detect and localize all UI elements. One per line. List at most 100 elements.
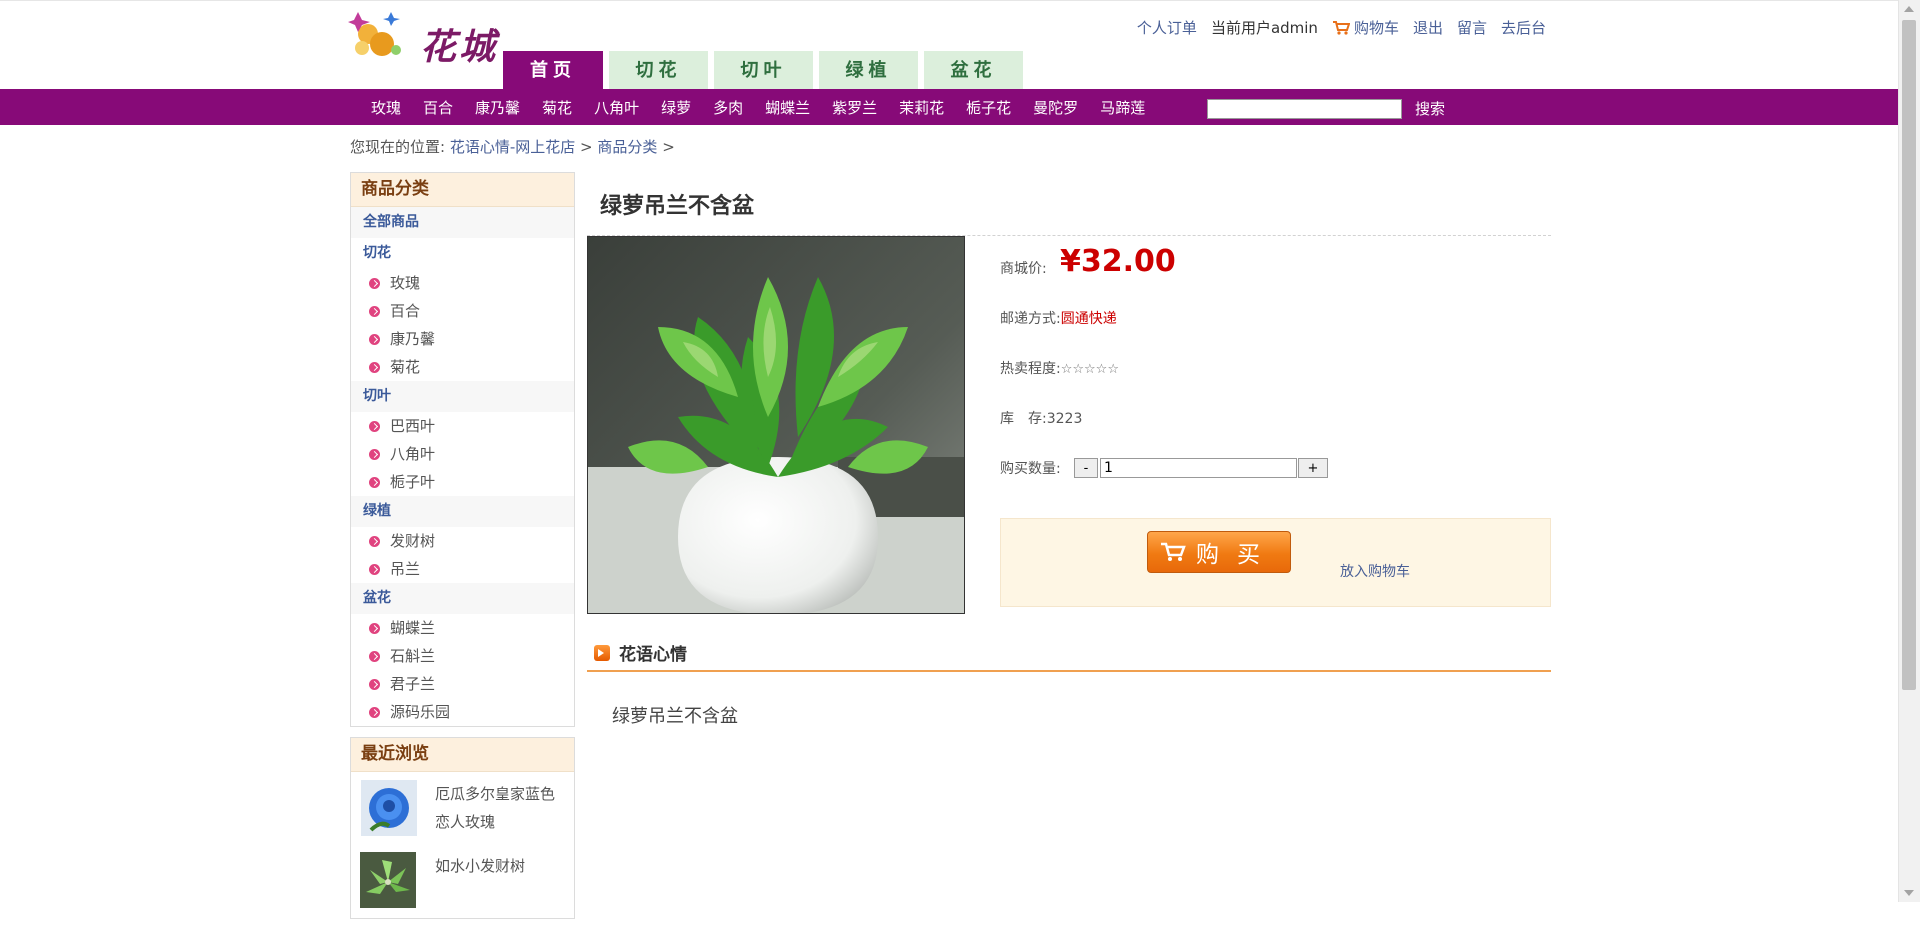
category-group-green-plants[interactable]: 绿植 [351,496,574,527]
tab-cut-leaves[interactable]: 切叶 [714,51,813,89]
shipping-value: 圆通快递 [1060,311,1117,327]
category-item-label: 菊花 [390,358,421,376]
bullet-arrow-icon [369,361,380,373]
hot-row: 热卖程度:☆☆☆☆☆ [1000,358,1119,378]
product-image[interactable] [587,236,965,614]
category-item[interactable]: 石斛兰 [351,642,574,670]
bullet-arrow-icon [369,706,380,718]
nav-item[interactable]: 紫罗兰 [821,97,888,118]
category-item[interactable]: 玫瑰 [351,269,574,297]
tab-green-plants[interactable]: 绿植 [819,51,918,89]
nav-item[interactable]: 马蹄莲 [1089,97,1156,118]
tab-potted-flowers[interactable]: 盆花 [924,51,1023,89]
breadcrumb-category[interactable]: 商品分类 [597,138,657,156]
bullet-arrow-icon [369,535,380,547]
buy-button[interactable]: 购买 [1147,531,1291,573]
breadcrumb-home[interactable]: 花语心情-网上花店 [450,138,575,156]
category-item-label: 蝴蝶兰 [390,619,436,637]
nav-item[interactable]: 茉莉花 [888,97,955,118]
category-item[interactable]: 八角叶 [351,440,574,468]
bullet-arrow-icon [369,420,380,432]
category-item[interactable]: 蝴蝶兰 [351,614,574,642]
recent-item-name: 厄瓜多尔皇家蓝色恋人玫瑰 [435,785,556,831]
category-item[interactable]: 吊兰 [351,555,574,583]
category-item[interactable]: 巴西叶 [351,412,574,440]
search-input[interactable] [1207,99,1402,119]
nav-item[interactable]: 康乃馨 [464,97,531,118]
qty-input[interactable] [1100,458,1297,478]
category-item[interactable]: 栀子叶 [351,468,574,496]
category-title: 商品分类 [351,173,574,207]
description-divider [587,670,1551,672]
logo-flower-icon [348,12,401,56]
category-item-label: 康乃馨 [390,330,436,348]
cart-link-label: 购物车 [1353,19,1399,37]
breadcrumb-sep: > [662,138,675,156]
bullet-arrow-icon [369,650,380,662]
site-logo[interactable]: 花城 [348,10,500,68]
backend-link[interactable]: 去后台 [1501,17,1546,38]
bullet-arrow-icon [369,305,380,317]
description-title: 花语心情 [619,645,687,665]
category-item[interactable]: 康乃馨 [351,325,574,353]
product-price: ¥32.00 [1060,244,1176,279]
stock-row: 库 存:3223 [1000,408,1082,428]
stock-value: 3223 [1046,411,1083,427]
category-group-cut-leaves[interactable]: 切叶 [351,381,574,412]
logo-text: 花城 [420,26,499,68]
all-goods-link[interactable]: 全部商品 [351,207,574,238]
qty-decrement-button[interactable]: - [1074,458,1098,478]
scroll-thumb[interactable] [1902,20,1916,690]
recent-item[interactable]: 厄瓜多尔皇家蓝色恋人玫瑰 [351,772,574,844]
scroll-down-icon[interactable] [1904,890,1914,896]
qty-label: 购买数量: [1000,461,1061,477]
nav-item[interactable]: 百合 [412,97,464,118]
nav-item[interactable]: 八角叶 [583,97,650,118]
category-item[interactable]: 百合 [351,297,574,325]
product-photo-pothos [588,237,964,613]
buy-box: 购买 放入购物车 [1000,518,1551,607]
nav-item[interactable]: 栀子花 [955,97,1022,118]
category-item[interactable]: 源码乐园 [351,698,574,726]
category-group-cut-flowers[interactable]: 切花 [351,238,574,269]
orders-link[interactable]: 个人订单 [1137,17,1197,38]
product-title: 绿萝吊兰不含盆 [600,194,755,219]
nav-item[interactable]: 玫瑰 [360,97,412,118]
category-group-potted[interactable]: 盆花 [351,583,574,614]
recent-thumb-money-tree [360,852,416,908]
logout-link[interactable]: 退出 [1413,17,1443,38]
message-link[interactable]: 留言 [1457,17,1487,38]
category-navbar: 玫瑰 百合 康乃馨 菊花 八角叶 绿萝 多肉 蝴蝶兰 紫罗兰 茉莉花 栀子花 曼… [0,89,1899,125]
search-button[interactable]: 搜索 [1415,98,1445,119]
category-item[interactable]: 发财树 [351,527,574,555]
cart-link[interactable]: 购物车 [1332,17,1399,38]
page-scrollbar[interactable] [1898,0,1920,902]
nav-item[interactable]: 绿萝 [650,97,702,118]
category-item[interactable]: 君子兰 [351,670,574,698]
scroll-up-icon[interactable] [1904,6,1914,12]
nav-item[interactable]: 菊花 [531,97,583,118]
top-border [0,0,1899,1]
top-links: 个人订单 当前用户admin 购物车 退出 留言 去后台 [1137,17,1546,38]
category-item-label: 源码乐园 [390,703,451,721]
nav-item[interactable]: 曼陀罗 [1022,97,1089,118]
section-arrow-icon [594,644,610,661]
bullet-arrow-icon [369,333,380,345]
description-header: 花语心情 [594,640,687,665]
buy-cart-icon [1161,542,1186,561]
bullet-arrow-icon [369,622,380,634]
tab-home[interactable]: 首页 [503,51,603,89]
nav-item[interactable]: 多肉 [702,97,754,118]
bullet-arrow-icon [369,476,380,488]
recent-item-name: 如水小发财树 [435,857,526,875]
tab-cut-flowers[interactable]: 切花 [609,51,708,89]
add-to-cart-link[interactable]: 放入购物车 [1340,561,1410,581]
recent-item[interactable]: 如水小发财树 [351,844,574,916]
main-tabs: 首页 切花 切叶 绿植 盆花 [503,51,1023,89]
nav-item[interactable]: 蝴蝶兰 [754,97,821,118]
qty-increment-button[interactable]: + [1298,458,1328,478]
category-item-label: 玫瑰 [390,274,421,292]
category-item-label: 发财树 [390,532,436,550]
category-item[interactable]: 菊花 [351,353,574,381]
bullet-arrow-icon [369,448,380,460]
